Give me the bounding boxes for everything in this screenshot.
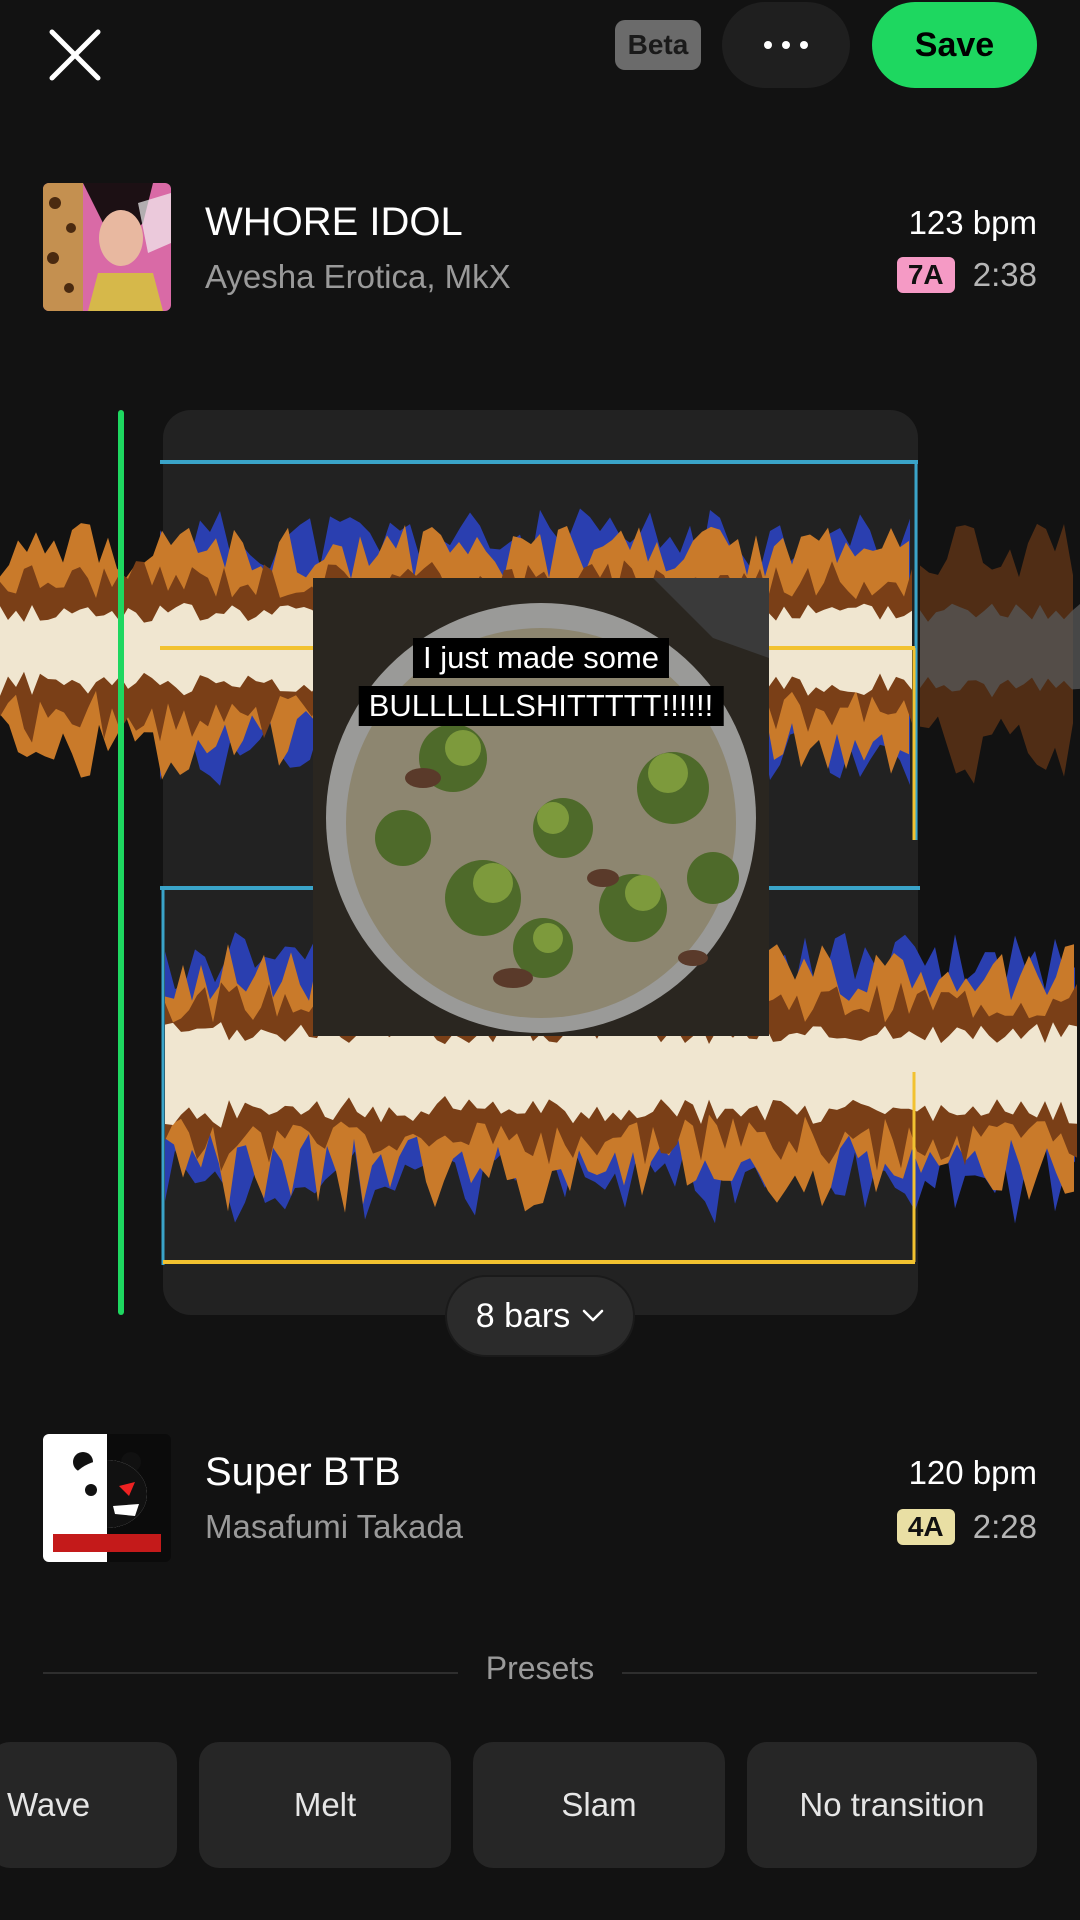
video-caption-line2: BULLLLLLSHITTTTT!!!!!!	[358, 686, 724, 726]
track-duration-bottom: 2:28	[972, 1508, 1037, 1545]
track-bpm-bottom: 120 bpm	[908, 1454, 1037, 1491]
more-dot	[782, 41, 790, 49]
video-overlay[interactable]: I just made some BULLLLLLSHITTTTT!!!!!!	[313, 578, 769, 1036]
more-options-button[interactable]	[722, 2, 850, 88]
preset-no-transition-button[interactable]: No transition	[747, 1742, 1037, 1868]
save-button[interactable]: Save	[872, 2, 1037, 88]
close-icon	[49, 29, 101, 81]
key-badge-bottom: 4A	[896, 1509, 955, 1545]
chevron-down-icon	[582, 1309, 604, 1322]
track-title-bottom: Super BTB	[205, 1450, 401, 1494]
track-bpm-top: 123 bpm	[908, 204, 1037, 241]
track-artist-bottom: Masafumi Takada	[205, 1508, 464, 1545]
album-art-top	[43, 183, 171, 311]
divider	[43, 1672, 458, 1674]
more-dot	[800, 41, 808, 49]
track-artist-top: Ayesha Erotica, MkX	[205, 258, 511, 295]
track-title-top: WHORE IDOL	[205, 200, 463, 244]
preset-melt-button[interactable]: Melt	[199, 1742, 451, 1868]
more-dot	[764, 41, 772, 49]
presets-heading: Presets	[485, 1650, 595, 1686]
transition-length-dropdown[interactable]: 8 bars	[445, 1275, 635, 1357]
video-caption-line1: I just made some	[412, 638, 670, 678]
transition-length-label: 8 bars	[475, 1296, 571, 1335]
album-art-bottom	[43, 1434, 171, 1562]
beta-badge: Beta	[615, 20, 701, 70]
divider	[622, 1672, 1037, 1674]
preset-wave-button[interactable]: Wave	[0, 1742, 177, 1868]
preset-slam-button[interactable]: Slam	[473, 1742, 725, 1868]
close-button[interactable]	[40, 20, 110, 90]
playhead[interactable]	[118, 410, 124, 1315]
track-duration-top: 2:38	[972, 256, 1037, 293]
key-badge-top: 7A	[896, 257, 955, 293]
